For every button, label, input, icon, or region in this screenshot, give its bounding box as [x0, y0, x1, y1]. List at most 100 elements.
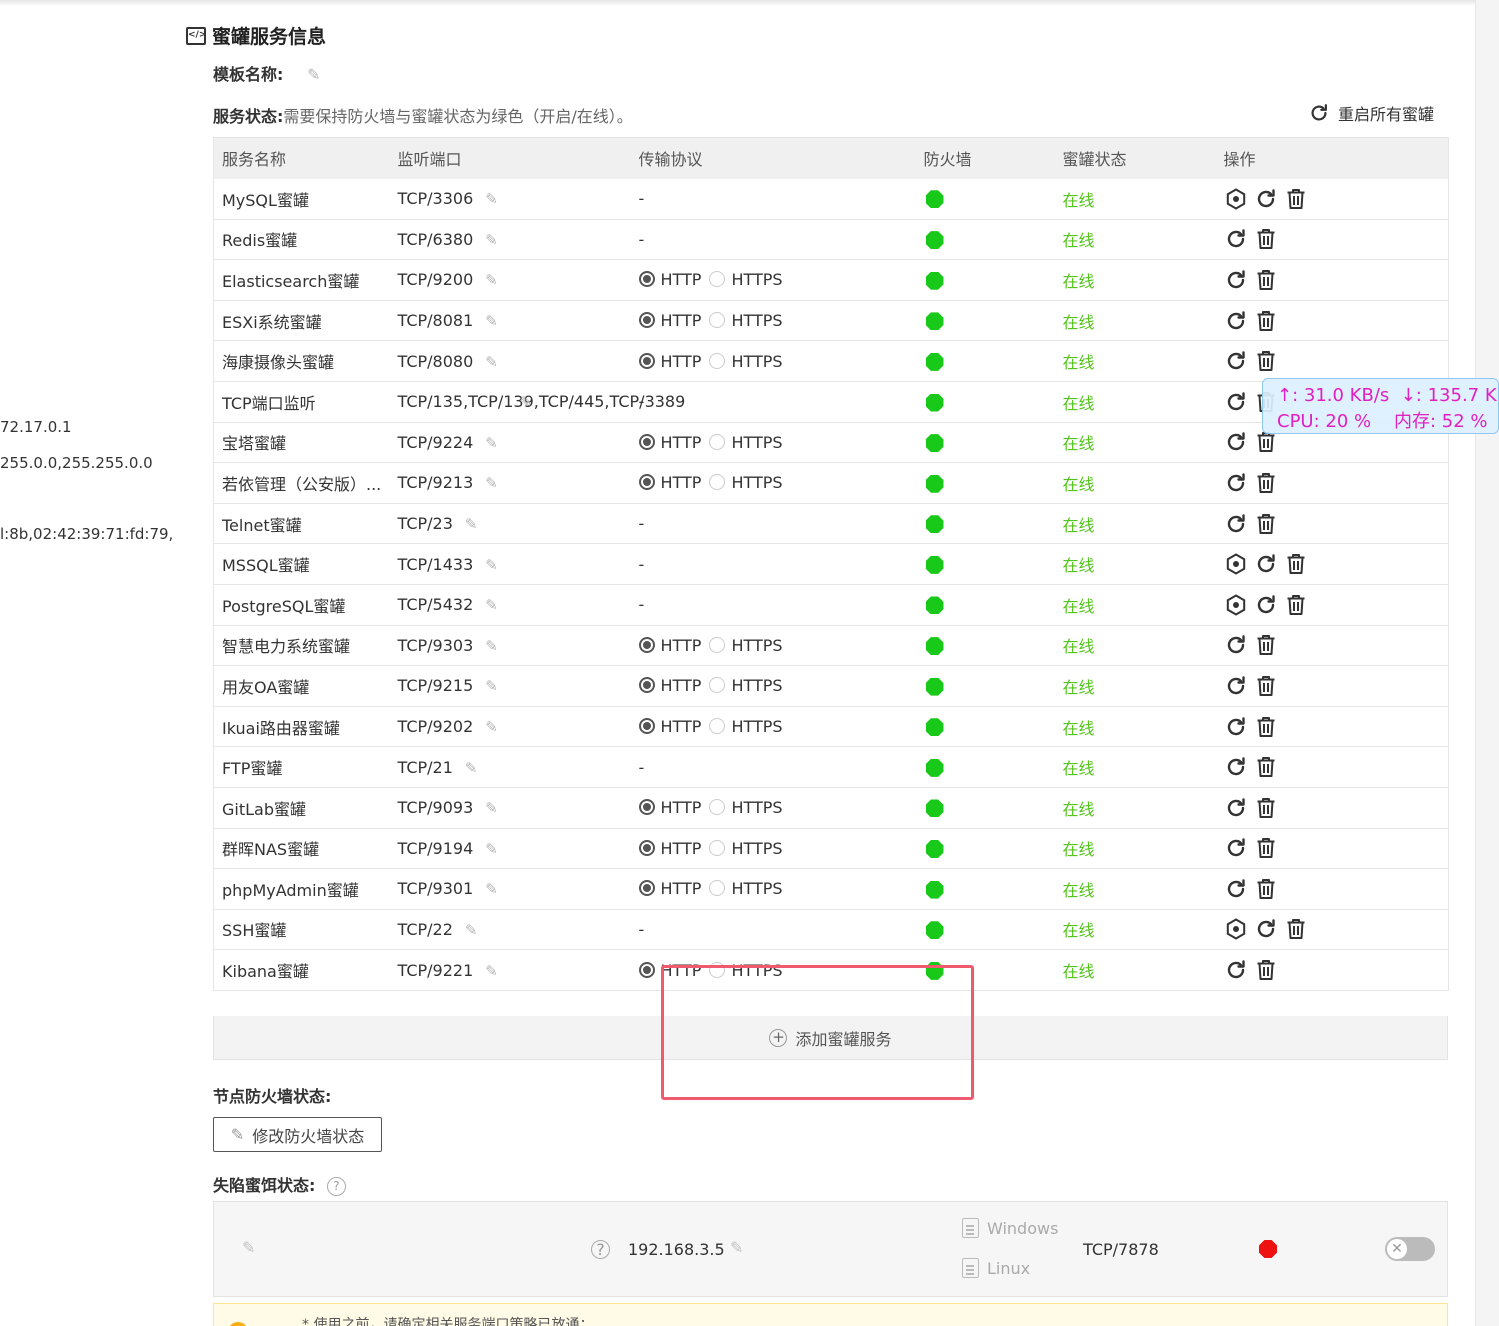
radio-https[interactable] [709, 433, 726, 450]
restart-button[interactable] [1224, 309, 1248, 333]
port-value: TCP/9213 [397, 473, 474, 493]
restart-button[interactable] [1224, 268, 1248, 292]
radio-http[interactable] [638, 799, 655, 816]
delete-button[interactable] [1254, 796, 1278, 820]
radio-http[interactable] [638, 271, 655, 288]
radio-https[interactable] [709, 718, 726, 735]
restart-button[interactable] [1224, 227, 1248, 251]
edit-template-icon[interactable]: ✎ [307, 65, 320, 84]
settings-button[interactable] [1224, 187, 1248, 211]
edit-port-icon[interactable]: ✎ [465, 921, 478, 939]
edit-port-icon[interactable]: ✎ [485, 637, 498, 655]
ip-help-icon[interactable]: ? [591, 1240, 610, 1259]
restart-button[interactable] [1224, 836, 1248, 860]
edit-port-icon[interactable]: ✎ [485, 880, 498, 898]
settings-button[interactable] [1224, 552, 1248, 576]
modify-firewall-button[interactable]: ✎ 修改防火墙状态 [213, 1117, 382, 1152]
delete-button[interactable] [1254, 633, 1278, 657]
restart-button[interactable] [1224, 715, 1248, 739]
edit-port-icon[interactable]: ✎ [485, 190, 498, 208]
radio-https[interactable] [709, 474, 726, 491]
delete-button[interactable] [1254, 836, 1278, 860]
edit-port-icon[interactable]: ✎ [485, 596, 498, 614]
os-windows[interactable]: Windows [962, 1218, 1058, 1238]
edit-port-icon[interactable]: ✎ [485, 353, 498, 371]
delete-button[interactable] [1254, 674, 1278, 698]
restart-button[interactable] [1254, 552, 1278, 576]
os-linux[interactable]: Linux [962, 1258, 1030, 1278]
radio-http[interactable] [638, 433, 655, 450]
radio-https[interactable] [709, 677, 726, 694]
edit-port-icon[interactable]: ✎ [485, 718, 498, 736]
delete-button[interactable] [1284, 917, 1308, 941]
delete-button[interactable] [1254, 268, 1278, 292]
edit-port-icon[interactable]: ✎ [520, 393, 533, 411]
delete-button[interactable] [1254, 471, 1278, 495]
delete-button[interactable] [1254, 877, 1278, 901]
edit-lure-name-icon[interactable]: ✎ [242, 1238, 255, 1257]
delete-button[interactable] [1284, 187, 1308, 211]
restart-button[interactable] [1224, 633, 1248, 657]
restart-button[interactable] [1224, 958, 1248, 982]
restart-button[interactable] [1224, 471, 1248, 495]
radio-http[interactable] [638, 474, 655, 491]
edit-port-icon[interactable]: ✎ [485, 312, 498, 330]
restart-button[interactable] [1224, 430, 1248, 454]
restart-button[interactable] [1254, 187, 1278, 211]
edit-port-icon[interactable]: ✎ [465, 759, 478, 777]
delete-button[interactable] [1254, 227, 1278, 251]
restart-button[interactable] [1224, 877, 1248, 901]
network-monitor-overlay[interactable]: ↑: 31.0 KB/s ↓: 135.7 KB/s CPU: 20 % 内存:… [1262, 378, 1499, 434]
restart-button[interactable] [1224, 674, 1248, 698]
radio-http[interactable] [638, 961, 655, 978]
radio-http[interactable] [638, 352, 655, 369]
edit-port-icon[interactable]: ✎ [485, 840, 498, 858]
restart-button[interactable] [1224, 512, 1248, 536]
edit-port-icon[interactable]: ✎ [485, 231, 498, 249]
edit-port-icon[interactable]: ✎ [485, 474, 498, 492]
delete-button[interactable] [1284, 593, 1308, 617]
radio-https[interactable] [709, 352, 726, 369]
settings-button[interactable] [1224, 593, 1248, 617]
status-cell: 在线 [1054, 422, 1216, 464]
radio-https[interactable] [709, 799, 726, 816]
restart-button[interactable] [1224, 349, 1248, 373]
edit-ip-icon[interactable]: ✎ [730, 1238, 743, 1257]
delete-button[interactable] [1254, 715, 1278, 739]
radio-http[interactable] [638, 677, 655, 694]
radio-https[interactable] [709, 312, 726, 329]
edit-port-icon[interactable]: ✎ [485, 271, 498, 289]
radio-https[interactable] [709, 839, 726, 856]
restart-button[interactable] [1224, 390, 1248, 414]
radio-https[interactable] [709, 880, 726, 897]
restart-button[interactable] [1254, 917, 1278, 941]
edit-port-icon[interactable]: ✎ [485, 677, 498, 695]
edit-port-icon[interactable]: ✎ [485, 799, 498, 817]
radio-https[interactable] [709, 271, 726, 288]
delete-button[interactable] [1254, 512, 1278, 536]
firewall-status-dot [925, 840, 944, 859]
radio-http[interactable] [638, 312, 655, 329]
delete-button[interactable] [1254, 349, 1278, 373]
radio-http[interactable] [638, 839, 655, 856]
radio-http[interactable] [638, 636, 655, 653]
settings-button[interactable] [1224, 917, 1248, 941]
radio-https[interactable] [709, 636, 726, 653]
right-scroll-area[interactable] [1475, 0, 1499, 1326]
radio-http[interactable] [638, 718, 655, 735]
help-icon[interactable]: ? [326, 1177, 346, 1196]
restart-button[interactable] [1224, 796, 1248, 820]
radio-http[interactable] [638, 880, 655, 897]
restart-button[interactable] [1254, 593, 1278, 617]
edit-port-icon[interactable]: ✎ [465, 515, 478, 533]
delete-button[interactable] [1254, 755, 1278, 779]
edit-port-icon[interactable]: ✎ [485, 962, 498, 980]
lure-toggle[interactable]: ✕ [1385, 1237, 1435, 1261]
restart-all-button[interactable]: 重启所有蜜罐 [1308, 101, 1434, 125]
delete-button[interactable] [1254, 958, 1278, 982]
edit-port-icon[interactable]: ✎ [485, 434, 498, 452]
restart-button[interactable] [1224, 755, 1248, 779]
delete-button[interactable] [1284, 552, 1308, 576]
delete-button[interactable] [1254, 309, 1278, 333]
edit-port-icon[interactable]: ✎ [485, 556, 498, 574]
